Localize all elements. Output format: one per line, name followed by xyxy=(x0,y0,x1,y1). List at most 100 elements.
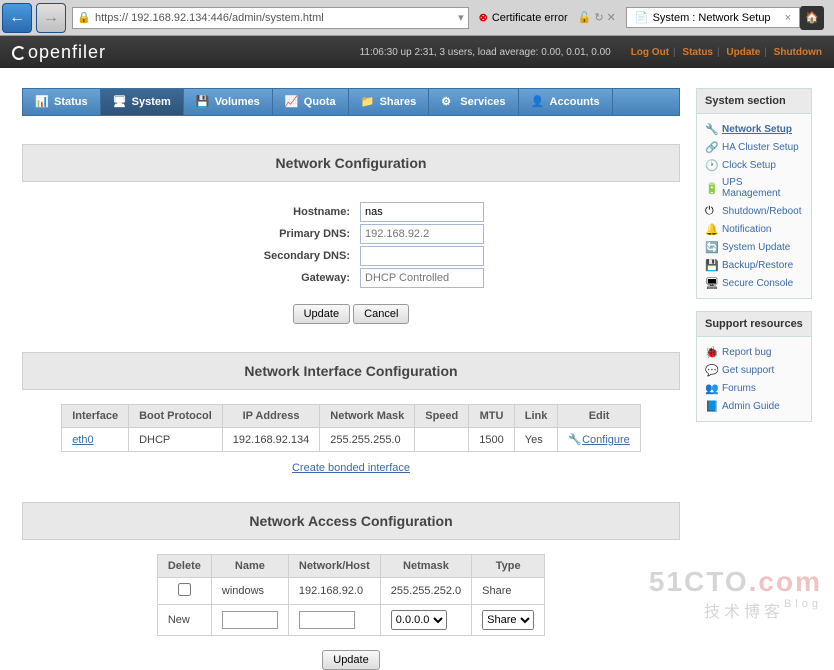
sidebar-item-console[interactable]: Secure Console xyxy=(722,278,793,289)
address-bar[interactable]: 🔒 https:// 192.168.92.134:446/admin/syst… xyxy=(72,7,469,29)
create-bonded-link[interactable]: Create bonded interface xyxy=(292,462,410,474)
new-type-select[interactable]: Share xyxy=(482,610,534,630)
sidebar-item-network-setup[interactable]: Network Setup xyxy=(722,124,792,135)
home-button[interactable]: 🏠 xyxy=(800,6,824,30)
tab-services[interactable]: ⚙Services xyxy=(429,89,518,115)
sidebar-item-notification[interactable]: Notification xyxy=(722,224,771,235)
support-box: Support resources 🐞Report bug 💬Get suppo… xyxy=(696,311,812,422)
tab-close-icon[interactable]: × xyxy=(785,12,791,24)
update-link[interactable]: Update xyxy=(726,47,760,58)
new-label: New xyxy=(157,605,211,636)
update-button[interactable]: Update xyxy=(293,304,350,324)
tab-status[interactable]: 📊Status xyxy=(23,89,101,115)
network-config-form: Hostname: Primary DNS: Secondary DNS: Ga… xyxy=(216,200,486,290)
table-header-row: InterfaceBoot Protocol IP AddressNetwork… xyxy=(62,405,641,428)
bug-icon: 🐞 xyxy=(705,346,717,358)
secondary-dns-label: Secondary DNS: xyxy=(218,246,358,266)
sidebar-item-shutdown[interactable]: Shutdown/Reboot xyxy=(722,206,802,217)
accounts-icon: 👤 xyxy=(531,95,545,109)
tab-icon: 📄 xyxy=(635,11,649,24)
system-icon: 🖥 xyxy=(113,95,127,109)
sidebar-item-backup[interactable]: Backup/Restore xyxy=(722,260,793,271)
table-header-row: DeleteName Network/HostNetmask Type xyxy=(157,555,544,578)
forum-icon: 👥 xyxy=(705,382,717,394)
sidebar-item-clock[interactable]: Clock Setup xyxy=(722,160,776,171)
nac-table: DeleteName Network/HostNetmask Type wind… xyxy=(157,554,545,636)
sidebar-item-ups[interactable]: UPS Management xyxy=(722,177,803,199)
hostname-label: Hostname: xyxy=(218,202,358,222)
section-title: Network Interface Configuration xyxy=(22,352,680,390)
table-row: eth0 DHCP 192.168.92.134 255.255.255.0 1… xyxy=(62,428,641,452)
cluster-icon: 🔗 xyxy=(705,141,717,153)
sidebar-title: Support resources xyxy=(697,312,811,337)
network-config-section: Network Configuration Hostname: Primary … xyxy=(22,144,680,324)
bell-icon: 🔔 xyxy=(705,223,717,235)
clock-icon: 🕐 xyxy=(705,159,717,171)
status-link[interactable]: Status xyxy=(682,47,713,58)
logout-link[interactable]: Log Out xyxy=(631,47,669,58)
cert-error-badge[interactable]: ⊗ Certificate error 🔓 ↻ ✕ xyxy=(473,11,622,24)
gateway-label: Gateway: xyxy=(218,268,358,288)
table-row-new: New 0.0.0.0 Share xyxy=(157,605,544,636)
network-icon: 🔧 xyxy=(705,123,717,135)
uptime-text: 11:06:30 up 2:31, 3 users, load average:… xyxy=(360,47,611,58)
sidebar-title: System section xyxy=(697,89,811,114)
delete-checkbox[interactable] xyxy=(178,583,191,596)
sidebar-item-system-update[interactable]: System Update xyxy=(722,242,790,253)
sidebar-item-admin-guide[interactable]: Admin Guide xyxy=(722,401,780,412)
main-tabs: 📊Status 🖥System 💾Volumes 📈Quota 📁Shares … xyxy=(22,88,680,116)
new-nethost-input[interactable] xyxy=(299,611,355,629)
secondary-dns-input[interactable] xyxy=(360,246,484,266)
cert-error-icon: ⊗ xyxy=(479,11,488,24)
sidebar-item-ha-cluster[interactable]: HA Cluster Setup xyxy=(722,142,799,153)
primary-dns-label: Primary DNS: xyxy=(218,224,358,244)
quota-icon: 📈 xyxy=(285,95,299,109)
logo: openfiler xyxy=(12,42,106,63)
ups-icon: 🔋 xyxy=(705,182,717,194)
status-icon: 📊 xyxy=(35,95,49,109)
nic-table: InterfaceBoot Protocol IP AddressNetwork… xyxy=(61,404,641,452)
lock-icon: 🔒 xyxy=(77,11,91,25)
shares-icon: 📁 xyxy=(361,95,375,109)
cancel-button[interactable]: Cancel xyxy=(353,304,409,324)
app-header: openfiler 11:06:30 up 2:31, 3 users, loa… xyxy=(0,36,834,68)
backup-icon: 💾 xyxy=(705,259,717,271)
section-title: Network Access Configuration xyxy=(22,502,680,540)
new-netmask-select[interactable]: 0.0.0.0 xyxy=(391,610,447,630)
new-name-input[interactable] xyxy=(222,611,278,629)
shutdown-link[interactable]: Shutdown xyxy=(774,47,822,58)
gateway-input[interactable] xyxy=(360,268,484,288)
system-section-box: System section 🔧 Network Setup 🔗 HA Cluste… xyxy=(696,88,812,299)
header-links: Log Out| Status| Update| Shutdown xyxy=(631,47,822,58)
url-text: https:// 192.168.92.134:446/admin/system… xyxy=(95,12,458,24)
tab-title: System : Network Setup xyxy=(653,12,771,24)
update-icon: 🔄 xyxy=(705,241,717,253)
console-icon: 🖥 xyxy=(705,277,717,289)
browser-tab[interactable]: 📄 System : Network Setup × xyxy=(626,7,800,28)
configure-icon: 🔧 xyxy=(568,434,582,446)
tab-accounts[interactable]: 👤Accounts xyxy=(519,89,613,115)
book-icon: 📘 xyxy=(705,400,717,412)
tab-shares[interactable]: 📁Shares xyxy=(349,89,430,115)
forward-button[interactable]: → xyxy=(36,3,66,33)
volumes-icon: 💾 xyxy=(196,95,210,109)
nac-update-button[interactable]: Update xyxy=(322,650,379,670)
tab-quota[interactable]: 📈Quota xyxy=(273,89,349,115)
sidebar: System section 🔧 Network Setup 🔗 HA Cluste… xyxy=(696,88,812,670)
services-icon: ⚙ xyxy=(441,95,455,109)
configure-link[interactable]: Configure xyxy=(582,434,630,446)
sidebar-item-report-bug[interactable]: Report bug xyxy=(722,347,771,358)
section-title: Network Configuration xyxy=(22,144,680,182)
cert-error-label: Certificate error xyxy=(492,12,568,24)
tab-volumes[interactable]: 💾Volumes xyxy=(184,89,273,115)
browser-tab-bar: 📄 System : Network Setup × xyxy=(622,7,800,28)
back-button[interactable]: ← xyxy=(2,3,32,33)
power-icon: ⏻ xyxy=(705,205,717,217)
hostname-input[interactable] xyxy=(360,202,484,222)
browser-chrome: ← → 🔒 https:// 192.168.92.134:446/admin/… xyxy=(0,0,834,36)
sidebar-item-forums[interactable]: Forums xyxy=(722,383,756,394)
primary-dns-input[interactable] xyxy=(360,224,484,244)
sidebar-item-get-support[interactable]: Get support xyxy=(722,365,774,376)
interface-link[interactable]: eth0 xyxy=(72,434,93,446)
tab-system[interactable]: 🖥System xyxy=(101,89,184,115)
